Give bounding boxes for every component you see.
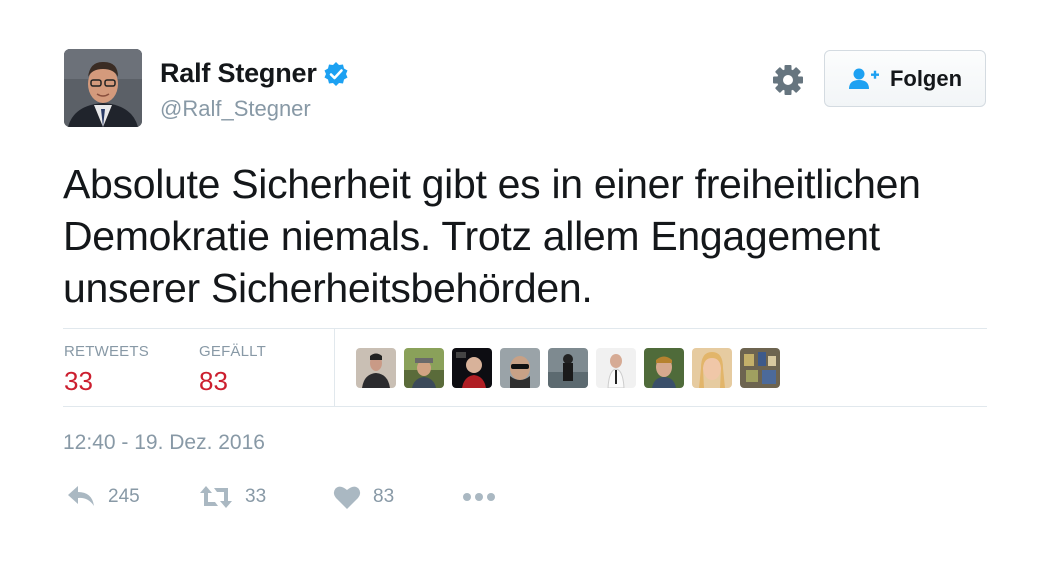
tweet-timestamp[interactable]: 12:40 - 19. Dez. 2016 [63, 431, 265, 455]
likes-label[interactable]: GEFÄLLT [199, 343, 266, 360]
liker-avatar[interactable] [692, 348, 732, 388]
liker-avatar[interactable] [452, 348, 492, 388]
follow-button-label: Folgen [889, 65, 963, 91]
retweets-label[interactable]: RETWEETS [64, 343, 149, 360]
divider [63, 406, 987, 407]
liker-avatar[interactable] [644, 348, 684, 388]
liker-avatar[interactable] [740, 348, 780, 388]
heart-icon [333, 486, 361, 509]
user-handle[interactable]: @Ralf_Stegner [160, 96, 311, 122]
retweet-button[interactable]: 33 [199, 484, 266, 510]
like-button[interactable]: 83 [333, 484, 394, 510]
reply-count: 245 [108, 486, 140, 507]
retweets-count[interactable]: 33 [64, 366, 93, 397]
retweet-count: 33 [245, 486, 267, 507]
reply-button[interactable]: 245 [66, 484, 140, 510]
tweet-text-line: Absolute Sicherheit gibt es in einer fre… [63, 161, 921, 207]
verified-badge-icon [324, 61, 348, 86]
user-display-name[interactable]: Ralf Stegner [160, 58, 317, 89]
liker-avatar[interactable] [500, 348, 540, 388]
reply-icon [68, 486, 94, 506]
more-dots-icon [463, 493, 495, 501]
like-count: 83 [373, 486, 395, 507]
user-avatar[interactable] [64, 49, 142, 127]
liker-avatars [356, 348, 780, 388]
retweet-icon [200, 486, 232, 508]
more-button[interactable] [462, 491, 496, 503]
liker-avatar[interactable] [548, 348, 588, 388]
tweet-text-line: unserer Sicherheitsbehörden. [63, 265, 593, 311]
divider [63, 328, 987, 329]
liker-avatar[interactable] [356, 348, 396, 388]
follow-button[interactable]: Folgen [824, 50, 986, 107]
liker-avatar[interactable] [404, 348, 444, 388]
user-name-row[interactable]: Ralf Stegner [160, 58, 349, 89]
liker-avatar[interactable] [596, 348, 636, 388]
likes-count[interactable]: 83 [199, 366, 228, 397]
divider [334, 328, 335, 406]
tweet-text-line: Demokratie niemals. Trotz allem Engageme… [63, 213, 880, 259]
gear-icon[interactable] [771, 63, 805, 97]
follow-person-plus-icon [848, 68, 879, 89]
tweet-text: Absolute Sicherheit gibt es in einer fre… [63, 158, 1003, 314]
